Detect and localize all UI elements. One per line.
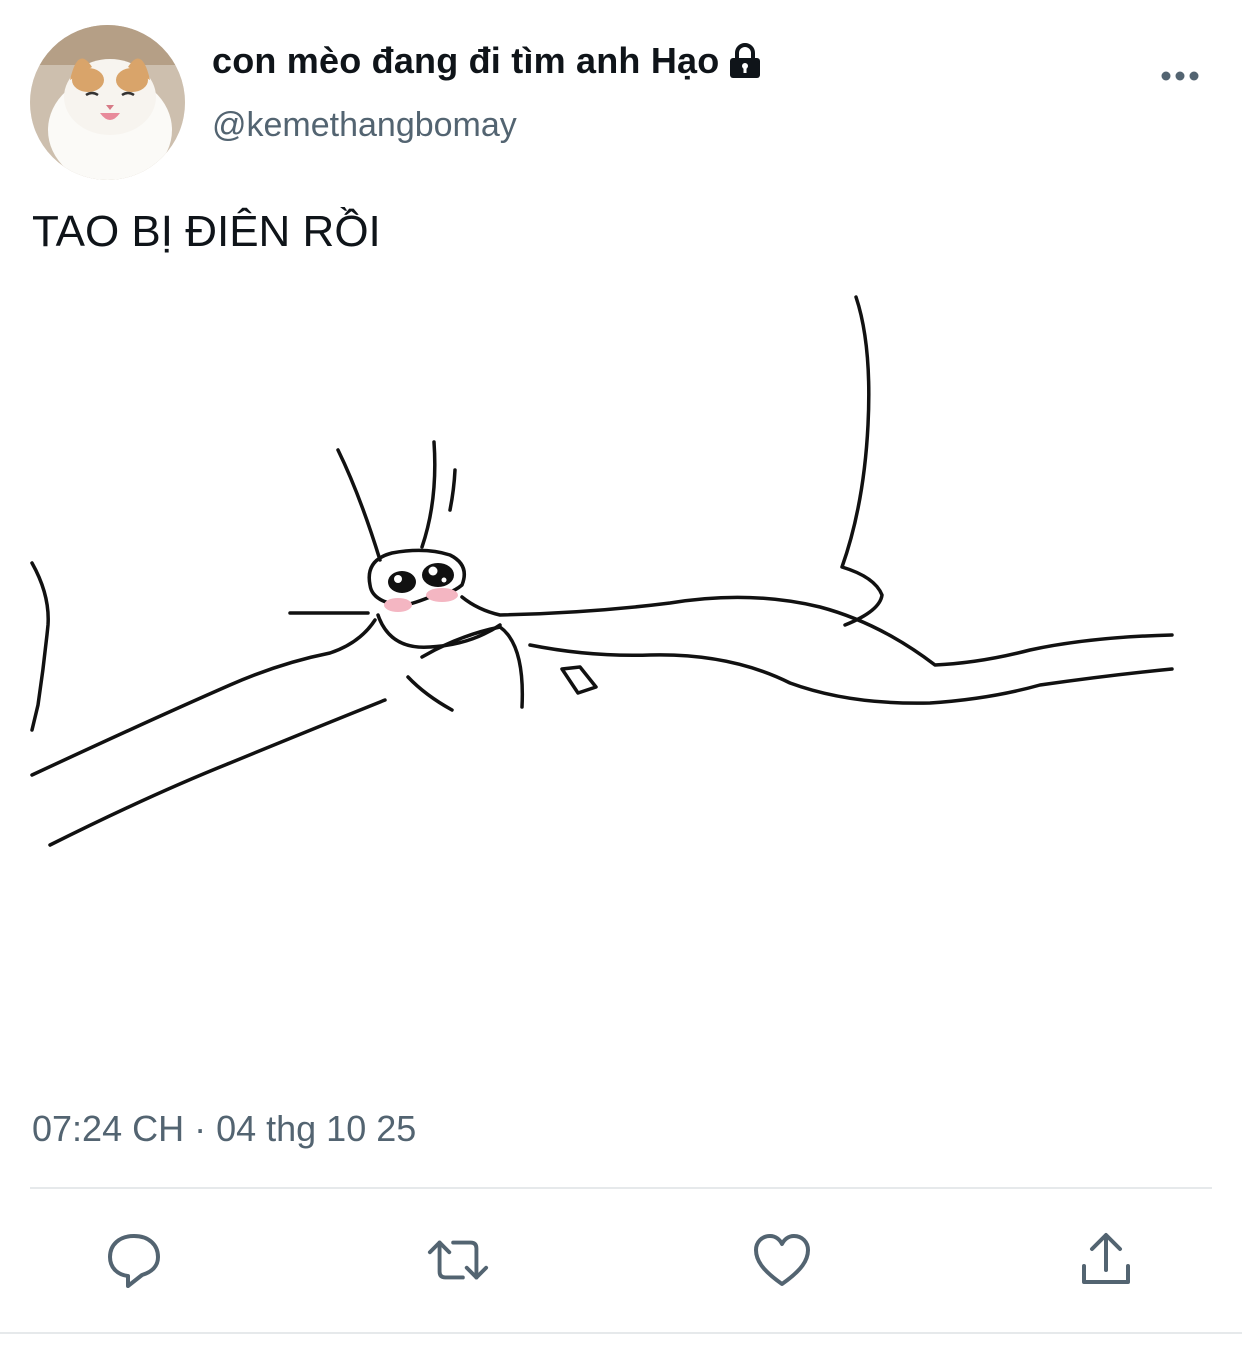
like-button[interactable] <box>750 1228 814 1292</box>
cat-avatar-icon <box>30 25 185 180</box>
reply-button[interactable] <box>102 1228 166 1292</box>
lock-icon <box>727 41 763 81</box>
share-button[interactable] <box>1074 1228 1138 1292</box>
heart-icon <box>754 1234 810 1286</box>
share-icon <box>1082 1233 1130 1284</box>
retweet-button[interactable] <box>426 1228 490 1292</box>
tweet-timestamp[interactable]: 07:24 CH · 04 thg 10 25 <box>32 1108 416 1150</box>
more-icon <box>1161 71 1199 81</box>
stick-figure-drawing-icon <box>30 295 1174 847</box>
tweet-text: TAO BỊ ĐIÊN RỒI <box>32 207 381 256</box>
tweet-media[interactable] <box>30 285 1212 1065</box>
reply-icon <box>108 1234 160 1288</box>
avatar[interactable] <box>30 25 185 180</box>
author-name[interactable]: con mèo đang đi tìm anh Hạo <box>212 40 763 82</box>
more-options-button[interactable] <box>1150 56 1210 96</box>
author-handle[interactable]: @kemethangbomay <box>212 106 517 145</box>
bottom-divider <box>0 1332 1242 1334</box>
divider <box>30 1187 1212 1189</box>
retweet-icon <box>427 1240 489 1280</box>
display-name-text: con mèo đang đi tìm anh Hạo <box>212 40 720 81</box>
